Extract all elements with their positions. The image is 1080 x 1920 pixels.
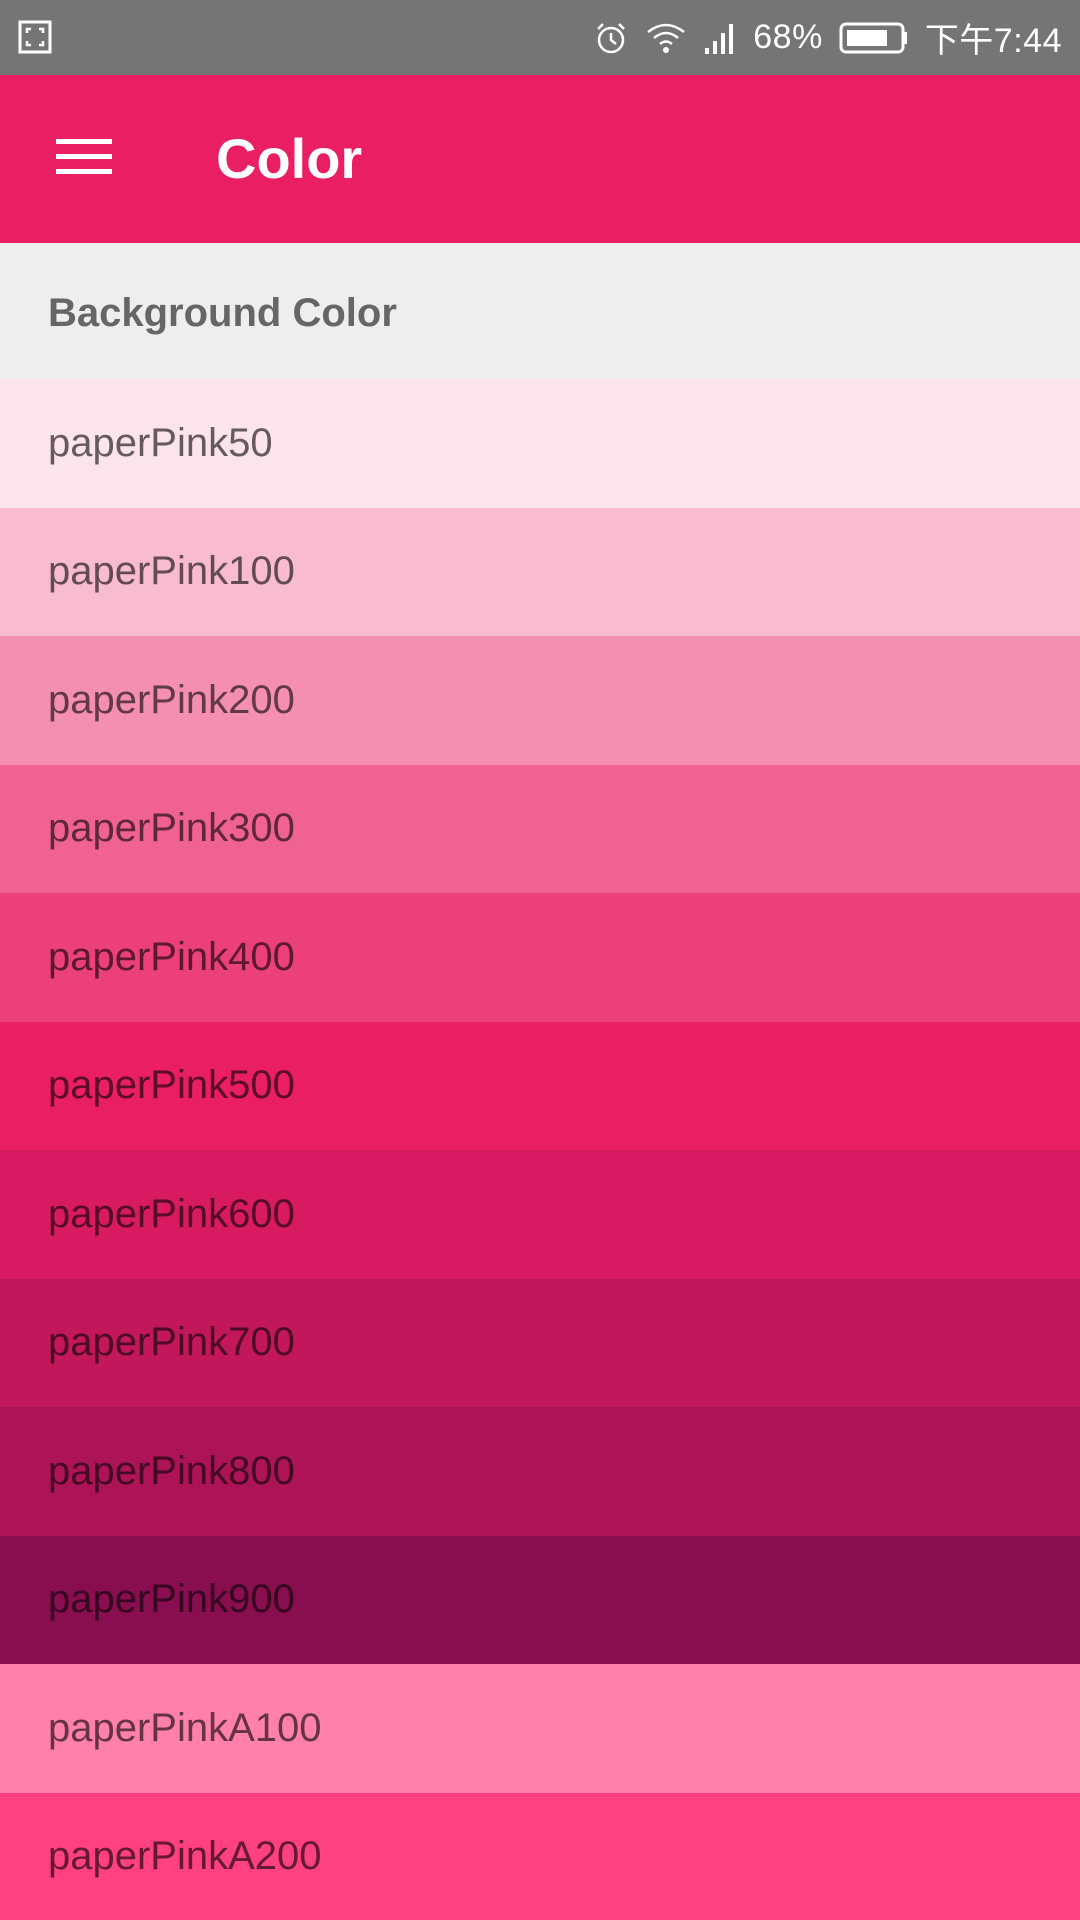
- color-row-label: paperPinkA200: [48, 1834, 322, 1879]
- battery-icon: [839, 21, 909, 55]
- page-title: Color: [216, 127, 363, 190]
- color-row-paperpink800[interactable]: paperPink800: [0, 1407, 1080, 1536]
- screen: 68% 下午7:44 Color Background Color paperP…: [0, 0, 1080, 1920]
- alarm-icon: [593, 20, 629, 56]
- menu-button[interactable]: [40, 119, 128, 199]
- color-list: paperPink50 paperPink100 paperPink200 pa…: [0, 379, 1080, 1920]
- color-row-paperpink900[interactable]: paperPink900: [0, 1535, 1080, 1664]
- screenshot-icon: [18, 20, 52, 54]
- color-row-label: paperPink900: [48, 1577, 295, 1622]
- color-row-label: paperPink300: [48, 806, 295, 851]
- status-time: 下午7:44: [924, 22, 1062, 60]
- color-row-paperpink400[interactable]: paperPink400: [0, 893, 1080, 1022]
- color-row-paperpinka200[interactable]: paperPinkA200: [0, 1792, 1080, 1920]
- wifi-icon: [645, 20, 687, 56]
- color-row-label: paperPink800: [48, 1448, 295, 1493]
- color-row-label: paperPinkA100: [48, 1705, 322, 1750]
- status-bar-right: 68% 下午7:44: [593, 0, 1062, 75]
- battery-percent: 68%: [753, 18, 823, 56]
- signal-icon: [703, 20, 737, 56]
- color-row-paperpink300[interactable]: paperPink300: [0, 764, 1080, 893]
- section-header-label: Background Color: [48, 291, 397, 335]
- color-row-label: paperPink50: [48, 420, 273, 465]
- color-row-label: paperPink700: [48, 1320, 295, 1365]
- color-row-paperpink600[interactable]: paperPink600: [0, 1150, 1080, 1279]
- color-row-label: paperPink400: [48, 934, 295, 979]
- status-bar: 68% 下午7:44: [0, 0, 1080, 75]
- color-row-paperpink500[interactable]: paperPink500: [0, 1021, 1080, 1150]
- color-row-label: paperPink600: [48, 1191, 295, 1236]
- color-row-label: paperPink200: [48, 677, 295, 722]
- color-row-label: paperPink500: [48, 1063, 295, 1108]
- section-header: Background Color: [0, 243, 1080, 379]
- color-row-paperpink700[interactable]: paperPink700: [0, 1278, 1080, 1407]
- color-row-paperpink200[interactable]: paperPink200: [0, 636, 1080, 765]
- color-row-paperpink100[interactable]: paperPink100: [0, 507, 1080, 636]
- color-row-paperpink50[interactable]: paperPink50: [0, 379, 1080, 508]
- color-row-paperpinka100[interactable]: paperPinkA100: [0, 1664, 1080, 1793]
- hamburger-menu-icon: [56, 137, 112, 182]
- app-bar: Color: [0, 75, 1080, 243]
- color-row-label: paperPink100: [48, 549, 295, 594]
